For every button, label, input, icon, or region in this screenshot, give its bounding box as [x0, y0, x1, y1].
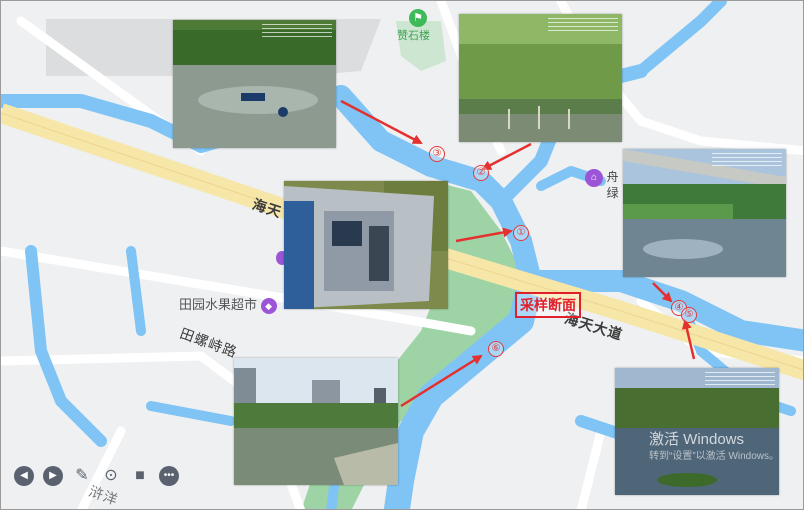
sample-section-label[interactable]: 采样断面: [515, 292, 581, 318]
zhou-poi[interactable]: ⌂ 舟 绿: [585, 169, 619, 201]
photo-timestamp: [705, 372, 775, 386]
site-photo-bridge[interactable]: [623, 149, 786, 277]
previous-icon[interactable]: ◀: [14, 466, 34, 486]
screenshot-icon[interactable]: ⊙: [101, 466, 121, 486]
reeds-photo-image: [459, 14, 622, 142]
viewer-toolbar: ◀ ▶ ✎ ⊙ ■ •••: [14, 466, 179, 486]
video-camera-icon[interactable]: ■: [130, 466, 150, 486]
site-photo-aerator[interactable]: [173, 20, 336, 148]
poi-label: 赞石楼: [397, 30, 430, 42]
aerator-photo-image: [173, 20, 336, 148]
photo-timestamp: [548, 18, 618, 32]
photo-timestamp: [712, 153, 782, 167]
map-viewer: ⚑ 赞石楼 田园水果超市 ◆ ⌂ 舟 绿 海天 海天大道 田螺峙路 浒洋 ③ ②…: [0, 0, 806, 517]
site-marker-6[interactable]: ⑥: [488, 341, 504, 357]
site-photo-monitoring-station[interactable]: [284, 181, 448, 309]
play-icon[interactable]: ▶: [43, 466, 63, 486]
station-photo-image: [284, 181, 448, 309]
photo-timestamp: [262, 24, 332, 38]
more-icon[interactable]: •••: [159, 466, 179, 486]
hotel-icon: ⌂: [585, 169, 603, 187]
map-canvas[interactable]: ⚑ 赞石楼 田园水果超市 ◆ ⌂ 舟 绿 海天 海天大道 田螺峙路 浒洋 ③ ②…: [0, 0, 804, 510]
bridge-photo-image: [623, 149, 786, 277]
city-river-photo-image: [234, 358, 398, 485]
pen-icon[interactable]: ✎: [72, 466, 92, 486]
site-photo-reeds[interactable]: [459, 14, 622, 142]
zanshi-poi[interactable]: ⚑ 赞石楼: [397, 9, 430, 43]
shop-icon: ◆: [260, 297, 277, 314]
poi-label: 舟 绿: [606, 170, 619, 200]
location-pin-icon: ⚑: [409, 9, 427, 27]
windows-activation-watermark: 激活 Windows: [649, 431, 745, 448]
windows-activation-watermark-sub: 转到“设置”以激活 Windows。: [649, 451, 780, 462]
site-marker-1[interactable]: ①: [513, 225, 529, 241]
site-marker-3[interactable]: ③: [429, 146, 445, 162]
poi-label: 田园水果超市: [179, 297, 258, 312]
site-photo-city-river[interactable]: [234, 358, 398, 485]
site-marker-2[interactable]: ②: [473, 165, 489, 181]
fruit-market-poi[interactable]: 田园水果超市 ◆: [179, 294, 277, 314]
site-marker-5[interactable]: ⑤: [681, 307, 697, 323]
